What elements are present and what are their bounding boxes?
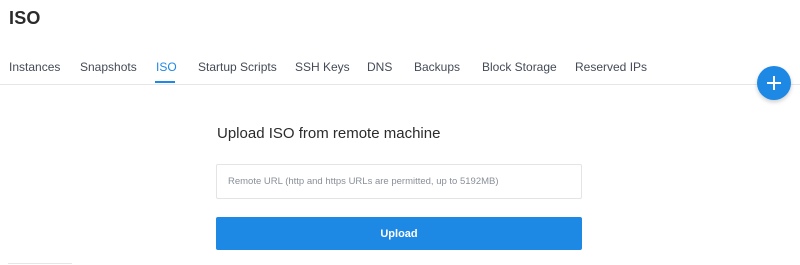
remote-url-input[interactable] [216, 164, 582, 199]
tab-snapshots[interactable]: Snapshots [80, 54, 137, 80]
tab-block-storage[interactable]: Block Storage [482, 54, 557, 80]
divider [8, 263, 72, 264]
tab-startup-scripts[interactable]: Startup Scripts [198, 54, 277, 80]
upload-button[interactable]: Upload [216, 217, 582, 250]
upload-form-heading: Upload ISO from remote machine [217, 125, 441, 142]
tab-bar: Instances Snapshots ISO Startup Scripts … [0, 54, 800, 84]
tabs-divider [0, 84, 800, 85]
tab-ssh-keys[interactable]: SSH Keys [295, 54, 350, 80]
page: ISO Instances Snapshots ISO Startup Scri… [0, 0, 800, 265]
add-button[interactable] [757, 66, 791, 100]
tab-dns[interactable]: DNS [367, 54, 392, 80]
plus-icon [767, 76, 781, 90]
tab-backups[interactable]: Backups [414, 54, 460, 80]
tab-instances[interactable]: Instances [9, 54, 60, 80]
tab-iso[interactable]: ISO [156, 54, 177, 80]
page-title: ISO [9, 8, 41, 28]
active-tab-indicator [155, 81, 175, 83]
tab-reserved-ips[interactable]: Reserved IPs [575, 54, 647, 80]
